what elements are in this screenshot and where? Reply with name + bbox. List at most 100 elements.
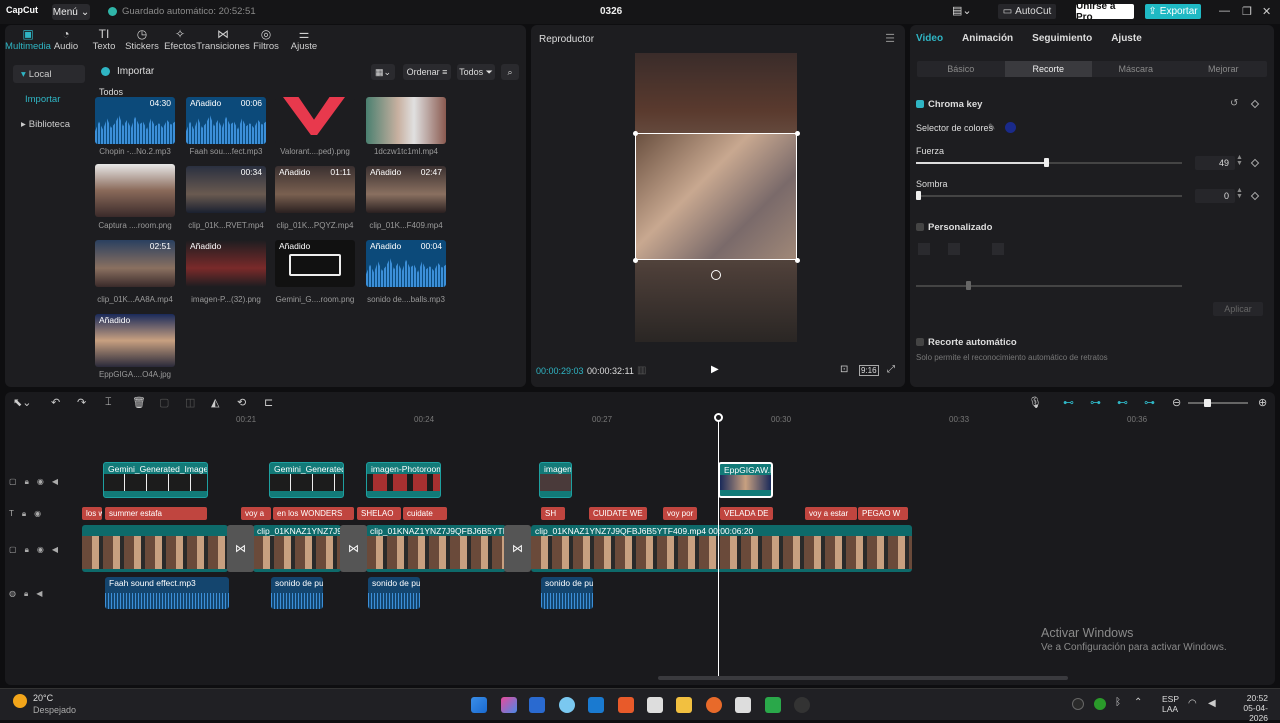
text-clip[interactable]: VELADA DE (720, 507, 773, 520)
text-clip[interactable]: summer estafa (105, 507, 207, 520)
sombra-slider-knob[interactable] (916, 191, 921, 200)
subtab-basico[interactable]: Básico (917, 61, 1005, 77)
restore-icon[interactable]: ❐ (1242, 5, 1252, 18)
eye-icon[interactable]: ◉ (34, 509, 41, 519)
tab-stickers[interactable]: ◷ Stickers (123, 25, 161, 55)
text-clip[interactable]: SH (541, 507, 565, 520)
transition-marker[interactable]: ⋈ (227, 525, 254, 572)
sidebar-item-local[interactable]: ▾ Local (13, 65, 85, 83)
video-clip[interactable] (82, 525, 228, 572)
import-button[interactable]: Importar (101, 66, 154, 77)
sidebar-item-importar[interactable]: Importar (13, 90, 85, 108)
mirror-icon[interactable]: ◭ (211, 396, 219, 409)
eyedropper-icon[interactable]: ✎ (988, 122, 996, 133)
menu-lines-icon[interactable]: ☰ (885, 32, 895, 45)
zoom-out-icon[interactable]: ⊖ (1172, 396, 1181, 409)
capcut-active-icon[interactable] (735, 697, 751, 713)
color-swatch[interactable] (1005, 122, 1016, 133)
transition-marker[interactable]: ⋈ (340, 525, 367, 572)
brush-size-knob[interactable] (966, 281, 971, 290)
eye-icon[interactable]: ◉ (37, 477, 44, 487)
snap-icon[interactable]: ⊷ (1117, 396, 1128, 409)
redo-icon[interactable]: ↷ (77, 396, 86, 409)
fullscreen-icon[interactable]: ⤢ (887, 364, 895, 375)
resize-handle[interactable] (633, 131, 638, 136)
personalizado-toggle[interactable]: Personalizado (916, 222, 992, 233)
media-item[interactable]: Añadido (95, 314, 175, 367)
tray-icon[interactable] (1072, 698, 1084, 710)
image-clip[interactable]: imagen-Photoroom (366, 462, 441, 498)
keyframe-icon[interactable] (1250, 191, 1260, 201)
github-icon[interactable] (794, 697, 810, 713)
tab-filtros[interactable]: ◎ Filtros (247, 25, 285, 55)
brush-size-slider[interactable] (916, 285, 1182, 287)
layout-icon[interactable]: ▤⌄ (952, 4, 972, 17)
playhead[interactable] (718, 414, 719, 676)
sort-button[interactable]: Ordenar ≡ (403, 64, 451, 80)
media-item[interactable]: Añadido 02:47 (366, 166, 446, 213)
focus-icon[interactable]: ⊡ (840, 364, 848, 375)
magnet-icon[interactable]: ⊶ (1090, 396, 1101, 409)
media-item[interactable]: 04:30 (95, 97, 175, 144)
horizontal-scrollbar[interactable] (658, 676, 1068, 680)
audio-clip[interactable]: Faah sound effect.mp3 (105, 577, 229, 609)
wifi-icon[interactable]: ◠ (1188, 698, 1197, 709)
start-icon[interactable] (471, 697, 487, 713)
menu-button[interactable]: Menú ⌄ (52, 4, 90, 20)
image-clip[interactable]: Gemini_Generated_Image_y8 (103, 462, 208, 498)
close-icon[interactable]: ✕ (1262, 5, 1271, 18)
sidebar-item-biblioteca[interactable]: ▸ Biblioteca (13, 115, 85, 133)
lock-icon[interactable]: 🔒︎ (24, 589, 28, 599)
keyframe-icon[interactable] (1250, 158, 1260, 168)
rotate-icon[interactable]: ⟲ (237, 396, 246, 409)
export-button[interactable]: ⇪ Exportar (1145, 4, 1201, 19)
text-clip[interactable]: PEGAO W (858, 507, 908, 520)
media-item[interactable]: Añadido 00:06 (186, 97, 266, 144)
chevron-up-icon[interactable]: ⌃ (1134, 697, 1142, 708)
clock[interactable]: 20:52 05-04-2026 (1228, 693, 1268, 723)
tab-transiciones[interactable]: ⋈ Transiciones (196, 25, 250, 55)
play-button[interactable]: ▶ (711, 364, 719, 375)
undo-icon[interactable]: ↶ (51, 396, 60, 409)
text-clip[interactable]: en los WONDERS (273, 507, 354, 520)
clear-tool[interactable] (992, 243, 1004, 255)
zoom-knob[interactable] (1204, 399, 1211, 407)
weather-icon[interactable] (13, 694, 27, 708)
fuerza-input[interactable]: 49 (1195, 156, 1235, 170)
resize-handle[interactable] (795, 131, 800, 136)
volume-icon[interactable]: ◀ (1208, 698, 1216, 709)
eye-icon[interactable]: ◉ (37, 545, 44, 555)
video-clip[interactable]: clip_01KNAZ1YNZ7J9QFBJ6B5YTF409.mp4 (366, 525, 506, 572)
chroma-key-toggle[interactable]: Chroma key (916, 99, 982, 110)
microphone-icon[interactable]: 🎙 (1028, 396, 1042, 409)
lock-icon[interactable]: 🔒︎ (25, 477, 29, 487)
audio-clip[interactable]: sonido de pum (271, 577, 323, 609)
speaker-icon[interactable]: ◀ (52, 545, 58, 555)
track-controls[interactable]: ▢ 🔒︎ ◉ ◀ (9, 545, 58, 555)
media-item[interactable]: 02:51 (95, 240, 175, 287)
join-pro-button[interactable]: Unirse a Pro (1076, 1, 1134, 23)
track-controls[interactable]: ▢ 🔒︎ ◉ ◀ (9, 477, 58, 487)
tab-ajuste[interactable]: ⚌ Ajuste (285, 25, 323, 55)
stepper-icon[interactable]: ▲ ▼ (1236, 187, 1243, 200)
tab-video[interactable]: Video (916, 33, 943, 44)
media-item[interactable] (366, 97, 446, 144)
language-indicator[interactable]: ESP LAA (1162, 694, 1179, 714)
copilot-icon[interactable] (501, 697, 517, 713)
audio-clip[interactable]: sonido de pum (368, 577, 420, 609)
zoom-in-icon[interactable]: ⊕ (1258, 396, 1267, 409)
whatsapp-icon[interactable] (765, 697, 781, 713)
subtab-recorte[interactable]: Recorte (1004, 61, 1092, 77)
onedrive-icon[interactable] (559, 697, 575, 713)
preview-axis-icon[interactable]: ⊶ (1144, 396, 1155, 409)
resize-handle[interactable] (795, 258, 800, 263)
sombra-input[interactable]: 0 (1195, 189, 1235, 203)
playhead-handle[interactable] (714, 413, 723, 422)
sombra-slider-track[interactable] (916, 195, 1182, 197)
reset-icon[interactable]: ↺ (1230, 98, 1238, 109)
subtab-mejorar[interactable]: Mejorar (1180, 61, 1268, 77)
freeze-icon[interactable]: ▢ (159, 396, 169, 409)
tray-icon[interactable] (1094, 698, 1106, 710)
timeline-ruler[interactable]: 00:21 00:24 00:27 00:30 00:33 00:36 (82, 414, 1275, 428)
tab-seguimiento[interactable]: Seguimiento (1032, 33, 1092, 44)
